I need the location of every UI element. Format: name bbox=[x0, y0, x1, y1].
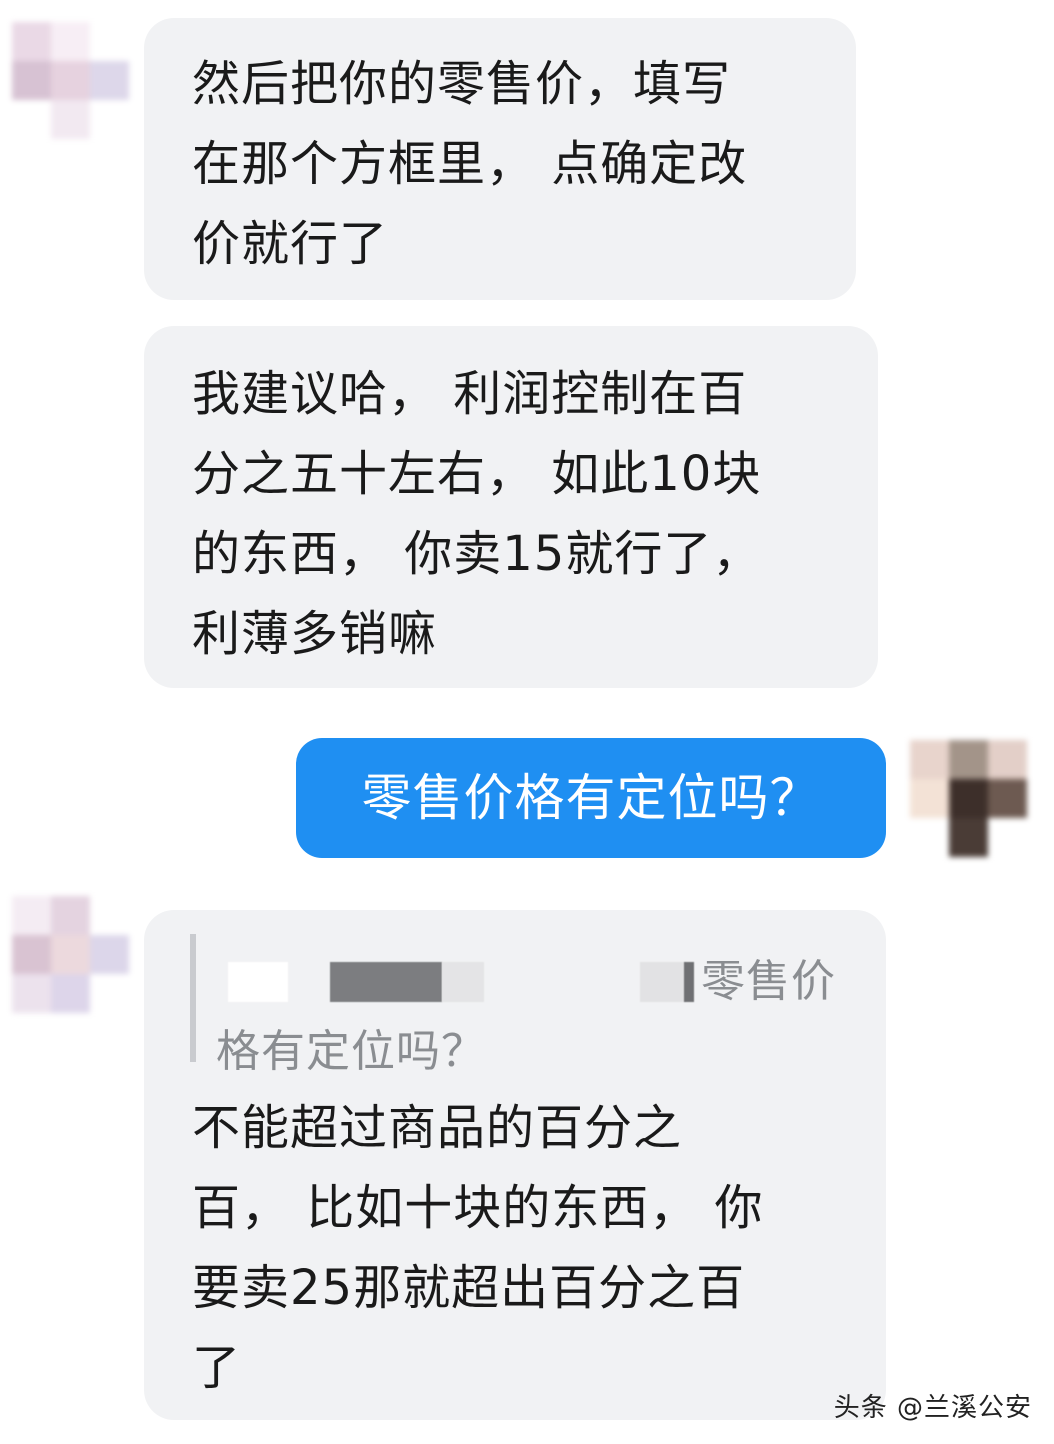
quoted-message[interactable]: 零售价 格有定位吗？ bbox=[190, 934, 840, 1077]
message-text: 不能超过商品的百分之 百， 比如十块的东西， 你 要卖25那就超出百分之百 了 bbox=[192, 1100, 764, 1396]
user-avatar[interactable] bbox=[910, 740, 1027, 857]
redacted-name bbox=[228, 962, 288, 1002]
contact-avatar[interactable] bbox=[12, 896, 129, 1013]
quoted-text: 格有定位吗？ bbox=[216, 1026, 486, 1077]
message-text: 我建议哈， 利润控制在百 分之五十左右， 如此10块 的东西， 你卖15就行了，… bbox=[192, 366, 762, 662]
redacted-name bbox=[684, 962, 694, 1002]
incoming-message-bubble[interactable]: 我建议哈， 利润控制在百 分之五十左右， 如此10块 的东西， 你卖15就行了，… bbox=[144, 326, 878, 688]
incoming-message-bubble[interactable]: 然后把你的零售价，填写 在那个方框里， 点确定改 价就行了 bbox=[144, 18, 856, 300]
watermark: 头条 @兰溪公安 bbox=[833, 1393, 1032, 1423]
redacted-name bbox=[640, 962, 686, 1002]
message-text: 然后把你的零售价，填写 在那个方框里， 点确定改 价就行了 bbox=[192, 56, 748, 272]
message-text: 零售价格有定位吗？ bbox=[361, 769, 821, 827]
redacted-name bbox=[330, 962, 442, 1002]
outgoing-message-bubble[interactable]: 零售价格有定位吗？ bbox=[296, 738, 886, 858]
contact-avatar[interactable] bbox=[12, 22, 129, 139]
incoming-reply-bubble[interactable]: 零售价 格有定位吗？ 不能超过商品的百分之 百， 比如十块的东西， 你 要卖25… bbox=[144, 910, 886, 1420]
quoted-text: 零售价 bbox=[701, 956, 836, 1007]
redacted-name bbox=[442, 962, 484, 1002]
